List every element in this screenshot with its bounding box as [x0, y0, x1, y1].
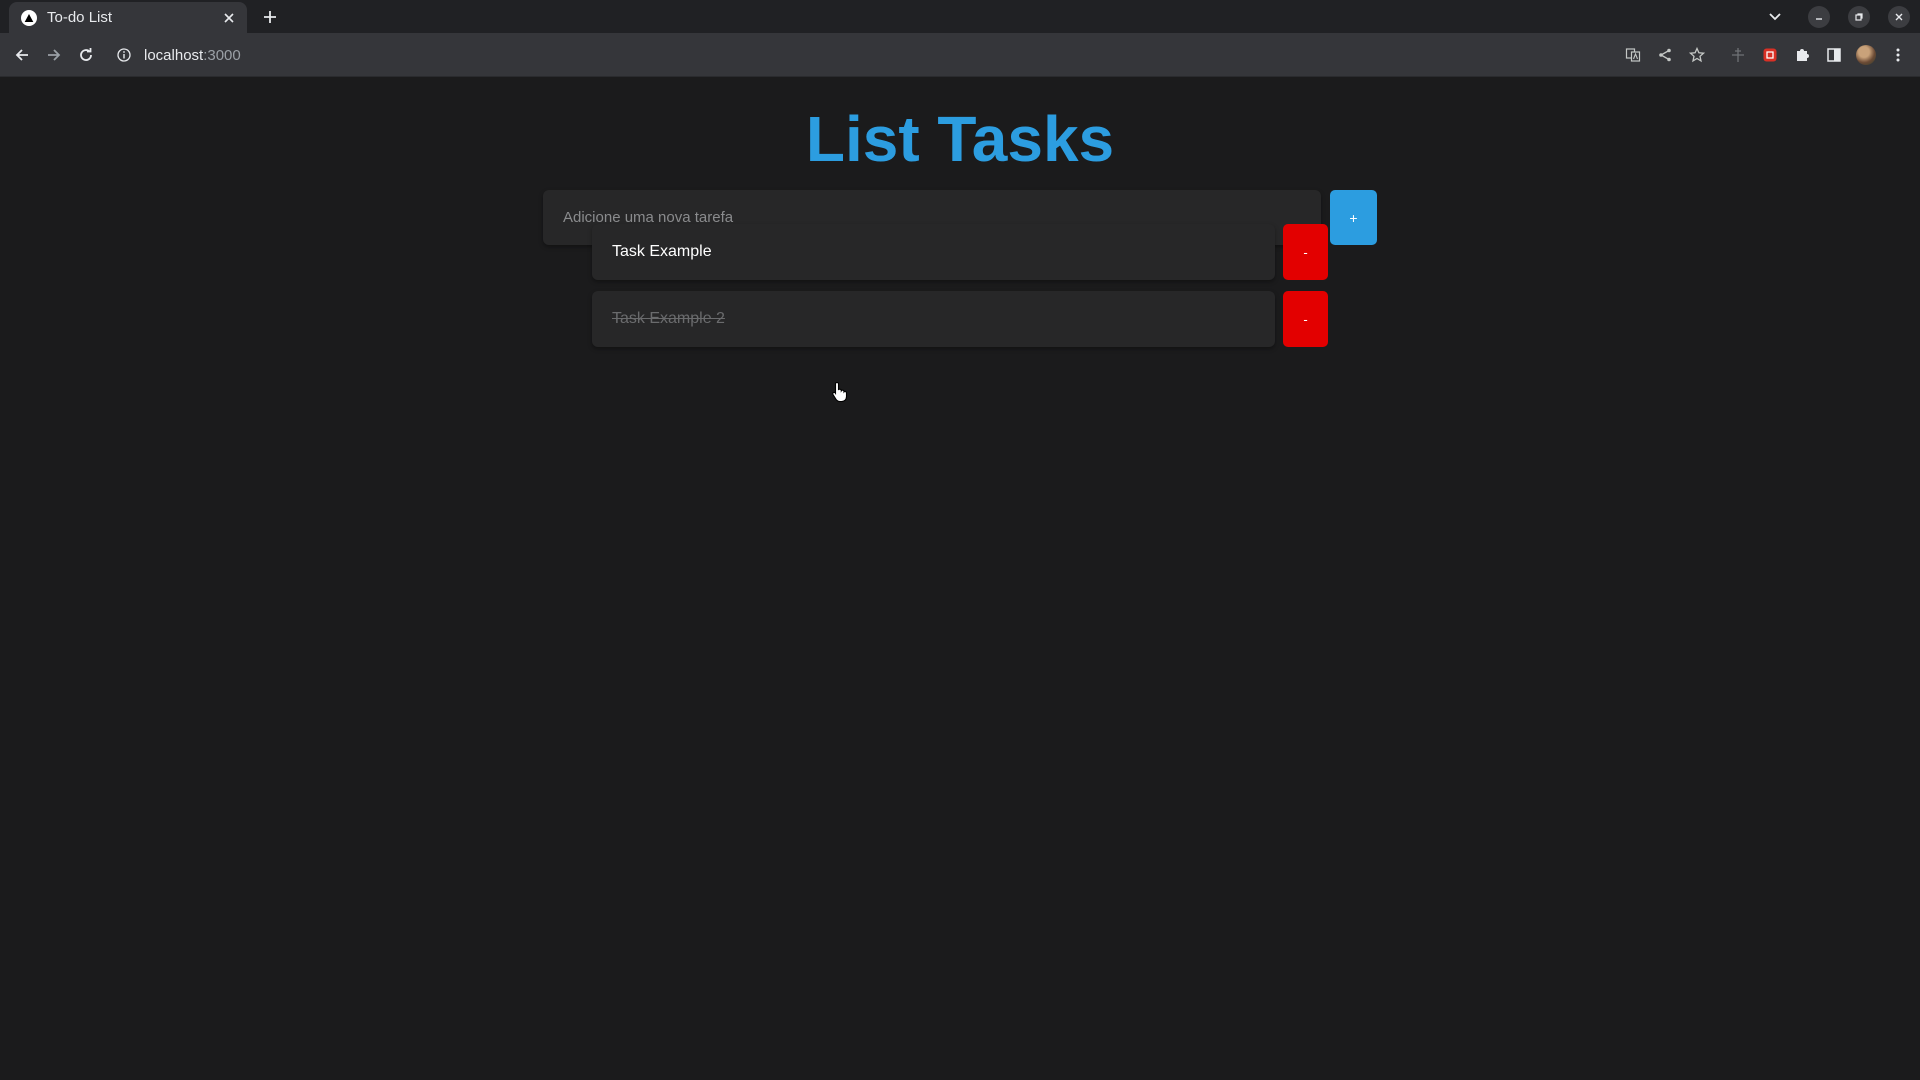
close-window-button[interactable]	[1888, 5, 1910, 28]
remove-task-button[interactable]: -	[1283, 224, 1328, 280]
task-row: Task Example -	[592, 224, 1328, 280]
avatar	[1856, 45, 1876, 65]
triangle-logo-icon	[21, 9, 37, 26]
bookmark-star-icon[interactable]	[1683, 41, 1711, 69]
extension-icon[interactable]	[1756, 41, 1784, 69]
address-port: :3000	[203, 46, 241, 64]
minimize-window-button[interactable]	[1808, 5, 1830, 28]
task-text: Task Example	[612, 243, 712, 260]
share-icon[interactable]	[1651, 41, 1679, 69]
browser-tab-strip: To-do List	[0, 0, 1920, 33]
address-host: localhost	[144, 46, 204, 64]
tab-title: To-do List	[47, 9, 113, 26]
browser-toolbar: localhost:3000	[0, 33, 1920, 77]
site-info-icon[interactable]	[116, 47, 132, 63]
reload-icon[interactable]	[72, 41, 100, 69]
extension-pin-icon[interactable]	[1724, 41, 1752, 69]
translate-icon[interactable]	[1619, 41, 1647, 69]
back-icon[interactable]	[8, 41, 36, 69]
tab-search-chevron-icon[interactable]	[1764, 6, 1786, 28]
task-text-completed: Task Example 2	[612, 310, 725, 327]
task-item[interactable]: Task Example	[592, 224, 1275, 280]
puzzle-icon[interactable]	[1788, 41, 1816, 69]
close-tab-icon[interactable]	[219, 8, 239, 28]
remove-task-button[interactable]: -	[1283, 291, 1328, 347]
page-content: List Tasks + Task Example - Task Example…	[0, 77, 1920, 1080]
side-panel-icon[interactable]	[1820, 41, 1848, 69]
task-row: Task Example 2 -	[592, 291, 1328, 347]
address-bar[interactable]: localhost:3000	[106, 38, 1626, 72]
menu-icon[interactable]	[1884, 41, 1912, 69]
task-item[interactable]: Task Example 2	[592, 291, 1275, 347]
page-title: List Tasks	[805, 103, 1115, 175]
profile-avatar[interactable]	[1852, 41, 1880, 69]
new-tab-button[interactable]	[258, 5, 282, 29]
add-task-button[interactable]: +	[1330, 190, 1377, 245]
restore-window-button[interactable]	[1848, 5, 1870, 28]
hand-cursor-icon	[832, 381, 848, 403]
window-controls	[1764, 0, 1920, 33]
forward-icon[interactable]	[40, 41, 68, 69]
browser-tab[interactable]: To-do List	[9, 2, 247, 33]
